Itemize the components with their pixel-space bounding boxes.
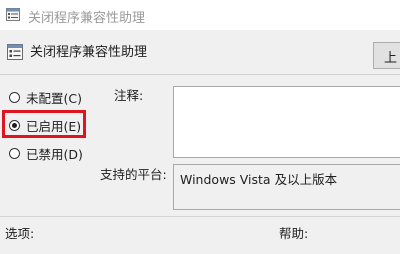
radio-not-configured[interactable]: 未配置(C) bbox=[9, 88, 82, 106]
comment-textarea[interactable] bbox=[173, 86, 400, 158]
radio-button[interactable] bbox=[9, 147, 20, 159]
radio-label: 已禁用(D) bbox=[26, 146, 83, 162]
supported-platform-box: Windows Vista 及以上版本 bbox=[173, 164, 400, 210]
radio-button[interactable] bbox=[9, 91, 20, 103]
comment-label: 注释: bbox=[114, 88, 144, 103]
help-section-label: 帮助: bbox=[279, 226, 309, 241]
radio-disabled[interactable]: 已禁用(D) bbox=[9, 144, 83, 162]
title-bar: 关闭程序兼容性助理 bbox=[0, 0, 400, 30]
policy-setting-icon bbox=[6, 8, 20, 21]
options-section-label: 选项: bbox=[5, 226, 35, 241]
radio-label: 未配置(C) bbox=[26, 90, 82, 106]
supported-platform-label: 支持的平台: bbox=[100, 167, 167, 182]
section-divider bbox=[0, 216, 400, 217]
policy-setting-icon bbox=[7, 44, 23, 60]
supported-platform-value: Windows Vista 及以上版本 bbox=[180, 172, 338, 187]
window-title: 关闭程序兼容性助理 bbox=[28, 11, 146, 26]
highlight-annotation bbox=[2, 110, 86, 138]
header-divider bbox=[0, 74, 400, 75]
previous-setting-button[interactable]: 上 bbox=[373, 42, 400, 69]
policy-title: 关闭程序兼容性助理 bbox=[30, 45, 148, 60]
